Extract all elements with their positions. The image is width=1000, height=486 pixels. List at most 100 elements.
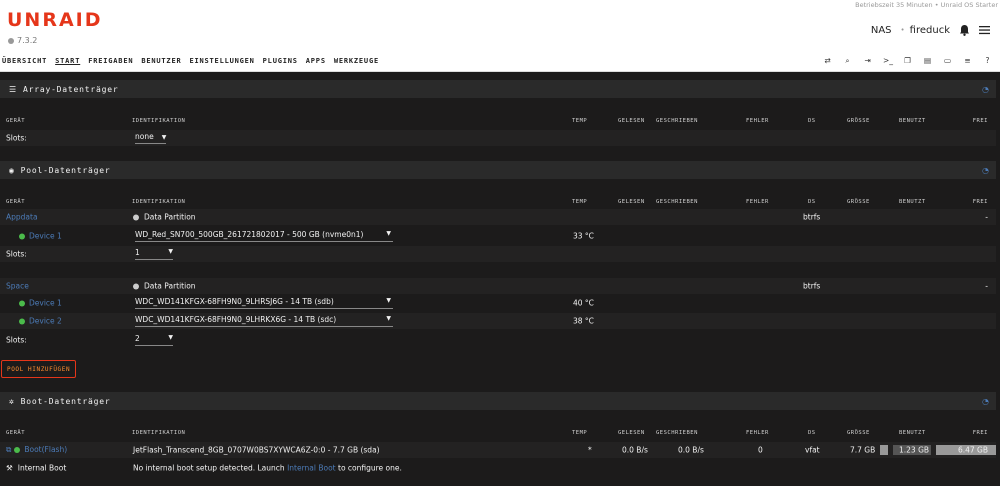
pool-space-link[interactable]: Space	[6, 282, 29, 291]
tab-shares[interactable]: FREIGABEN	[88, 57, 133, 65]
boot-flash-label[interactable]: ⧉ Boot(Flash)	[6, 445, 67, 455]
terminal-icon[interactable]: >_	[883, 56, 893, 66]
partition-icon	[133, 214, 139, 221]
col-size: GRÖSSE	[847, 199, 870, 205]
flash-temp: *	[588, 445, 592, 455]
chevron-down-icon: ▼	[168, 334, 173, 341]
online-status-icon	[19, 233, 25, 240]
col-writes: GESCHRIEBEN	[656, 118, 698, 124]
col-size: GRÖSSE	[847, 118, 870, 124]
disk-icon: ◉	[9, 165, 15, 175]
appdata-slots-select[interactable]: 1 ▼	[135, 248, 173, 260]
appdata-slots-row: Slots: 1 ▼	[0, 246, 996, 262]
version-info[interactable]: 7.3.2	[8, 36, 37, 45]
tab-tools[interactable]: WERKZEUGE	[334, 57, 379, 65]
space-device1-label[interactable]: Device 1	[19, 299, 62, 308]
flash-used: 1.23 GB	[899, 445, 930, 455]
chevron-down-icon: ▼	[386, 315, 391, 322]
space-device2-select[interactable]: WDC_WD141KFGX-68FH9N0_9LHRKX6G - 14 TB (…	[135, 315, 393, 327]
col-identification: IDENTIFIKATION	[132, 199, 186, 205]
array-slots-select[interactable]: none ▼	[135, 132, 167, 144]
internal-boot-text: Internal Boot	[17, 463, 67, 473]
internal-boot-link[interactable]: Internal Boot	[287, 464, 336, 473]
gauge-icon[interactable]: ◔	[982, 397, 989, 406]
space-free: -	[985, 281, 988, 291]
col-used: BENUTZT	[899, 199, 926, 205]
chevron-down-icon: ▼	[386, 230, 391, 237]
gauge-icon[interactable]: ◔	[982, 85, 989, 94]
pool-table-header: GERÄT IDENTIFIKATION TEMP GELESEN GESCHR…	[0, 195, 996, 209]
col-errors: FEHLER	[746, 118, 769, 124]
col-size: GRÖSSE	[847, 430, 870, 436]
space-fs: btrfs	[803, 281, 821, 291]
user-name[interactable]: fireduck	[910, 25, 950, 36]
boot-table-header: GERÄT IDENTIFIKATION TEMP GELESEN GESCHR…	[0, 426, 996, 440]
flash-size: 7.7 GB	[850, 445, 876, 455]
device-temp: 38 °C	[573, 316, 594, 326]
online-status-icon	[14, 447, 21, 453]
external-link-icon[interactable]: ⧉	[6, 445, 11, 454]
tab-apps[interactable]: APPS	[306, 57, 326, 65]
tab-start[interactable]: START	[55, 57, 80, 65]
array-title: ☰ Array-Datenträger	[9, 85, 118, 94]
space-slots-select[interactable]: 2 ▼	[135, 334, 173, 346]
uptime-info: Betriebszeit 35 Minuten • Unraid OS Star…	[855, 1, 998, 9]
col-identification: IDENTIFIKATION	[132, 430, 186, 436]
col-used: BENUTZT	[899, 118, 926, 124]
col-writes: GESCHRIEBEN	[656, 430, 698, 436]
chevron-down-icon: ▼	[168, 248, 173, 255]
col-temp: TEMP	[572, 199, 588, 205]
unraid-logo[interactable]: UNRAID	[7, 9, 103, 31]
internal-boot-label: ⚒ Internal Boot	[6, 464, 66, 473]
database-icon: ☰	[9, 84, 17, 94]
chevron-down-icon: ▼	[161, 134, 167, 141]
pool-appdata-link[interactable]: Appdata	[6, 213, 38, 222]
menu-icon[interactable]	[979, 25, 990, 35]
clone-icon[interactable]: ❐	[903, 56, 912, 66]
appdata-partition: Data Partition	[133, 213, 196, 222]
tab-settings[interactable]: EINSTELLUNGEN	[189, 57, 254, 65]
col-fs: DS	[808, 430, 816, 436]
monitor-icon[interactable]: ▭	[943, 56, 952, 66]
server-separator: •	[900, 26, 905, 34]
col-reads: GELESEN	[618, 430, 645, 436]
col-reads: GELESEN	[618, 199, 645, 205]
device-temp: 33 °C	[573, 231, 594, 241]
feedback-icon[interactable]: ▤	[923, 56, 932, 66]
flash-fs: vfat	[805, 445, 820, 455]
space-device2-row: Device 2 WDC_WD141KFGX-68FH9N0_9LHRKX6G …	[0, 313, 996, 329]
space-device2-label[interactable]: Device 2	[19, 317, 62, 326]
log-icon[interactable]: ≡	[963, 56, 972, 66]
slots-label: Slots:	[6, 335, 27, 345]
tab-plugins[interactable]: PLUGINS	[263, 57, 298, 65]
space-device1-select[interactable]: WDC_WD141KFGX-68FH9N0_9LHRSJ6G - 14 TB (…	[135, 297, 393, 309]
online-status-icon	[19, 318, 25, 325]
col-identification: IDENTIFIKATION	[132, 118, 186, 124]
license-text[interactable]: Unraid OS Starter	[941, 1, 998, 9]
space-device1-row: Device 1 WDC_WD141KFGX-68FH9N0_9LHRSJ6G …	[0, 295, 996, 311]
nav-tabs: ÜBERSICHT START FREIGABEN BENUTZER EINST…	[2, 57, 387, 65]
nav-toolbar: ⇄ ⌕ ⇥ >_ ❐ ▤ ▭ ≡ ?	[823, 56, 992, 66]
col-used: BENUTZT	[899, 430, 926, 436]
flash-link: Boot(Flash)	[24, 445, 68, 454]
search-icon[interactable]: ⌕	[843, 56, 852, 66]
device-link: Device 1	[29, 231, 62, 241]
tab-overview[interactable]: ÜBERSICHT	[2, 57, 47, 65]
gauge-icon[interactable]: ◔	[982, 166, 989, 175]
logout-icon[interactable]: ⇥	[863, 56, 872, 66]
bell-icon[interactable]	[959, 24, 970, 36]
info-icon	[8, 37, 14, 44]
help-icon[interactable]: ?	[983, 56, 992, 66]
size-bar	[880, 445, 888, 455]
partition-label: Data Partition	[144, 281, 196, 291]
space-partition: Data Partition	[133, 282, 196, 291]
appdata-device-label[interactable]: Device 1	[19, 232, 62, 241]
device-id: WDC_WD141KFGX-68FH9N0_9LHRSJ6G - 14 TB (…	[135, 297, 334, 306]
col-device: GERÄT	[6, 118, 26, 124]
array-section-header: ☰ Array-Datenträger ◔	[0, 80, 996, 98]
tab-users[interactable]: BENUTZER	[141, 57, 181, 65]
slots-value: 2	[135, 334, 140, 343]
add-pool-button[interactable]: POOL HINZUFÜGEN	[1, 360, 77, 378]
switch-icon[interactable]: ⇄	[823, 56, 832, 66]
appdata-device-select[interactable]: WD_Red_SN700_500GB_261721802017 - 500 GB…	[135, 230, 393, 242]
